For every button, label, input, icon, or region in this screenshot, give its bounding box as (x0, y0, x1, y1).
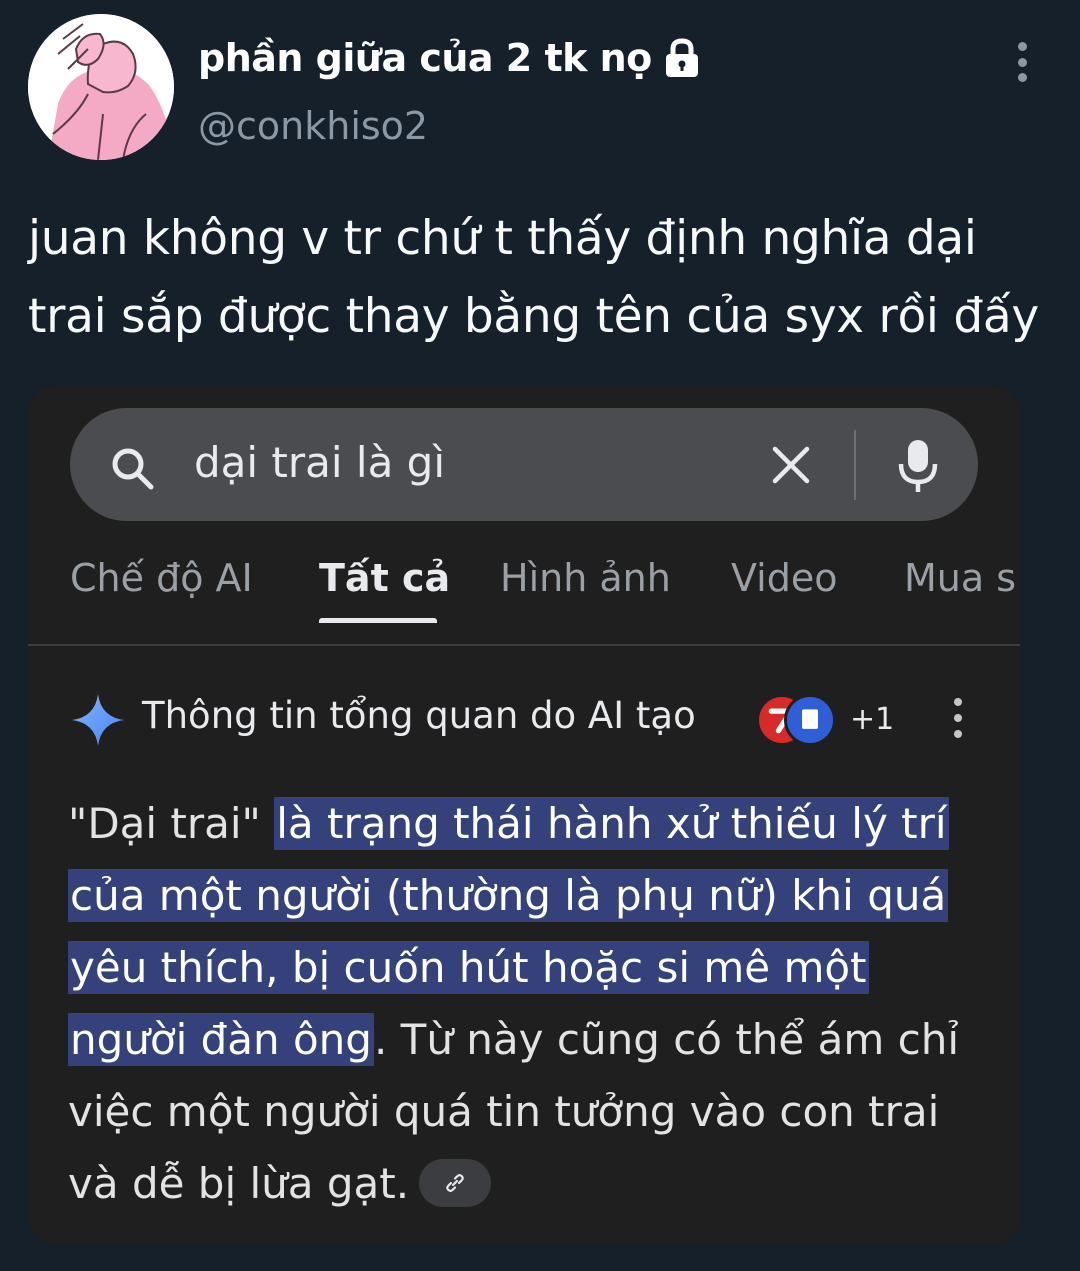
divider (854, 430, 856, 500)
ai-overview-header: Thông tin tổng quan do AI tạo +1 (70, 686, 970, 756)
avatar-illustration (28, 14, 174, 160)
search-tabs: Chế độ AI Tất cả Hình ảnh Video Mua s (28, 546, 1020, 646)
highlighted-text: yêu thích, bị cuốn hút hoặc si mê một (68, 941, 869, 994)
tweet-page: phần giữa của 2 tk nọ @conkhiso2 juan kh… (0, 0, 1080, 1271)
highlighted-text: của một người (thường là phụ nữ) khi quá (68, 869, 949, 922)
sparkle-icon (72, 694, 124, 746)
highlighted-text: người đàn ông (68, 1013, 374, 1066)
tab-shopping[interactable]: Mua s (904, 556, 1016, 600)
tweet-text: juan không v tr chứ t thấy định nghĩa dạ… (28, 200, 1076, 356)
search-query[interactable]: dại trai là gì (194, 438, 445, 487)
attached-image[interactable]: dại trai là gì Chế độ AI Tất cả Hình ảnh… (28, 386, 1020, 1244)
dot (1017, 73, 1027, 82)
ai-overview-text: "Dại trai" là trạng thái hành xử thiếu l… (68, 788, 1008, 1220)
source-icons[interactable]: +1 (756, 690, 896, 750)
ai-text-line: người đàn ông. Từ này cũng có thể ám chỉ (68, 1004, 1008, 1076)
mic-icon[interactable] (896, 438, 940, 494)
dot (954, 714, 962, 722)
text-span: "Dại trai" (68, 799, 275, 848)
tab-images[interactable]: Hình ảnh (500, 556, 671, 600)
close-icon[interactable] (770, 444, 812, 486)
ai-text-line: của một người (thường là phụ nữ) khi quá (68, 860, 1008, 932)
avatar[interactable] (28, 14, 174, 160)
search-bar[interactable]: dại trai là gì (70, 408, 978, 521)
dot (1017, 57, 1027, 67)
dot (1017, 42, 1027, 51)
ai-text-line: việc một người quá tin tưởng vào con tra… (68, 1076, 1008, 1148)
source-logo-icon (802, 709, 818, 729)
search-icon (112, 448, 154, 490)
source-icon[interactable] (784, 694, 836, 746)
ai-text-line: và dễ bị lừa gạt. (68, 1148, 1008, 1220)
tab-all[interactable]: Tất cả (319, 556, 450, 600)
active-tab-indicator (319, 618, 437, 623)
lock-icon (665, 38, 698, 77)
tweet-text-line: juan không v tr chứ t thấy định nghĩa dạ… (28, 211, 977, 266)
tab-video[interactable]: Video (731, 556, 837, 600)
more-vertical-icon[interactable] (1002, 40, 1042, 84)
text-span: và dễ bị lừa gạt. (68, 1159, 410, 1208)
ai-overview-title: Thông tin tổng quan do AI tạo (142, 694, 696, 737)
tab-ai-mode[interactable]: Chế độ AI (70, 556, 253, 600)
link-icon (446, 1173, 464, 1192)
link-chip[interactable] (419, 1158, 492, 1207)
tweet-text-line: trai sắp được thay bằng tên của syx rồi … (28, 289, 1039, 344)
more-vertical-icon[interactable] (950, 698, 966, 738)
dot (954, 698, 962, 706)
highlighted-text: là trạng thái hành xử thiếu lý trí (274, 797, 949, 850)
text-span: . Từ này cũng có thể ám chỉ (373, 1015, 959, 1064)
ai-text-line: yêu thích, bị cuốn hút hoặc si mê một (68, 932, 1008, 1004)
text-span: việc một người quá tin tưởng vào con tra… (68, 1087, 940, 1136)
display-name[interactable]: phần giữa của 2 tk nọ (198, 36, 652, 80)
display-name-row: phần giữa của 2 tk nọ (198, 36, 702, 80)
dot (954, 730, 962, 738)
source-count[interactable]: +1 (850, 702, 894, 737)
ai-text-line: "Dại trai" là trạng thái hành xử thiếu l… (68, 788, 1008, 860)
user-handle[interactable]: @conkhiso2 (198, 104, 428, 148)
